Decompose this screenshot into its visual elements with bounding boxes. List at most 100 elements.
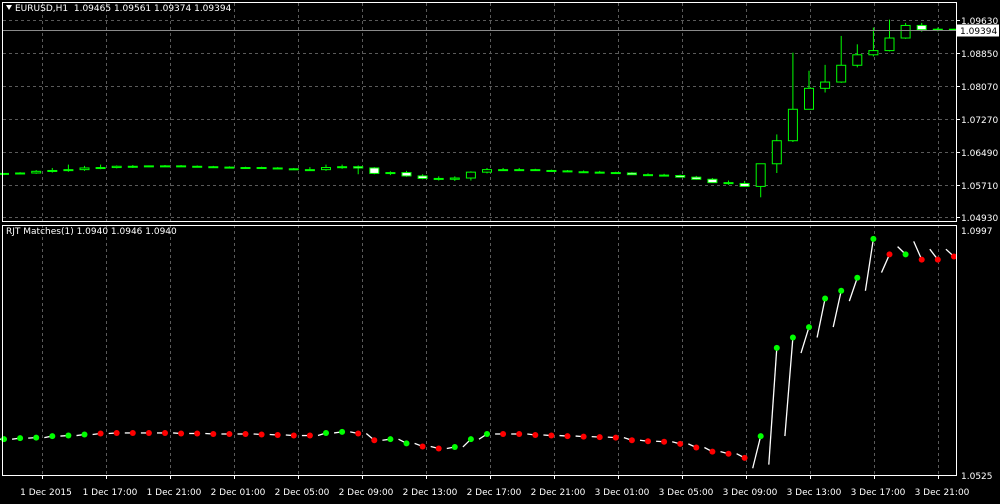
match-dot-down (628, 437, 635, 444)
main-chart-title: EURUSD,H1 1.09465 1.09561 1.09374 1.0939… (6, 4, 231, 14)
bear-candle (659, 174, 670, 177)
match-dot-down (371, 437, 378, 444)
match-segment (848, 277, 858, 302)
bull-candle (498, 169, 509, 172)
match-dot-down (113, 429, 120, 436)
match-dot-down (258, 431, 265, 438)
match-segment (752, 435, 762, 469)
price-label: 1.08850 (961, 50, 998, 60)
time-label: 3 Dec 21:00 (915, 488, 970, 498)
bear-candle (272, 167, 283, 170)
match-segment (832, 290, 842, 328)
time-label: 1 Dec 17:00 (83, 488, 138, 498)
match-segment (864, 238, 875, 291)
match-segment (800, 326, 810, 354)
bull-candle (337, 166, 348, 169)
bear-candle (176, 165, 187, 168)
bull-candle (111, 165, 122, 169)
match-dot-down (725, 450, 732, 457)
bear-candle (546, 169, 557, 172)
match-dot-down (532, 432, 539, 439)
match-dot-up (403, 440, 410, 447)
match-dot-up (387, 436, 394, 443)
match-dot-down (500, 430, 507, 437)
time-label: 1 Dec 21:00 (147, 488, 202, 498)
match-dot-up (806, 324, 812, 331)
bear-candle (578, 171, 589, 174)
match-dot-up (789, 334, 796, 341)
bear-candle (610, 172, 621, 175)
bull-candle (321, 167, 331, 171)
match-dot-down (129, 429, 136, 436)
match-dot-down (596, 434, 603, 441)
bull-candle (95, 167, 106, 170)
bull-candle (514, 169, 525, 172)
candlestick-series[interactable] (0, 19, 959, 198)
bull-candle (79, 167, 90, 171)
main-grid (3, 3, 956, 221)
price-label: 1.04930 (961, 214, 998, 224)
bear-candle (208, 166, 219, 169)
indicator-scale-low: 1.0525 (961, 472, 993, 482)
match-dot-up (451, 443, 458, 450)
match-dot-down (677, 440, 684, 447)
bull-candle (868, 50, 879, 56)
indicator-title: RJT Matches(1) 1.0940 1.0946 1.0940 (6, 227, 177, 237)
price-label: 1.05710 (961, 182, 998, 192)
indicator-scale: 1.0997 1.0525 (961, 227, 993, 482)
bear-candle (594, 171, 605, 174)
match-dot-down (306, 432, 313, 439)
bear-candle (739, 182, 750, 187)
price-label: 1.06490 (961, 149, 998, 159)
bull-candle (482, 169, 492, 173)
match-dot-down (178, 430, 185, 437)
price-label: 1.08070 (961, 83, 998, 93)
match-dot-up (65, 432, 72, 439)
bull-candle (884, 37, 895, 52)
match-dot-down (97, 430, 104, 437)
chart-window[interactable]: 1.09630 1.08850 1.08070 1.07270 1.06490 1.057… (0, 0, 1000, 500)
match-dot-down (290, 432, 297, 439)
time-label: 2 Dec 13:00 (403, 488, 458, 498)
match-dot-down (274, 432, 281, 439)
match-dot-down (918, 256, 925, 263)
match-dot-up (773, 344, 780, 351)
bear-candle (192, 165, 203, 168)
bull-candle (836, 64, 847, 83)
match-dot-up (854, 274, 861, 281)
match-dot-down (580, 433, 587, 440)
main-pane-border (2, 2, 957, 222)
indicator-series[interactable] (0, 235, 957, 469)
match-dot-down (210, 430, 217, 437)
bull-candle (240, 167, 251, 170)
match-dot-down (162, 429, 168, 436)
match-dot-down (709, 448, 716, 455)
match-dot-down (612, 434, 619, 441)
bull-candle (15, 172, 26, 175)
bear-candle (401, 172, 412, 177)
match-segment (784, 337, 794, 437)
bear-candle (691, 176, 702, 180)
ohlc-readout: 1.09465 1.09561 1.09374 1.09394 (73, 4, 232, 14)
time-label: 2 Dec 01:00 (211, 488, 266, 498)
chart-canvas[interactable]: 1.096301.088501.080701.072701.064901.057… (0, 0, 1000, 500)
bull-candle (160, 165, 170, 168)
match-dot-up (870, 235, 877, 242)
bear-candle (675, 175, 686, 178)
match-dot-down (435, 445, 442, 452)
match-dot-up (467, 436, 474, 443)
bull-candle (385, 172, 396, 175)
match-dot-down (934, 256, 941, 263)
bull-candle (143, 165, 154, 168)
pane-frames (2, 2, 957, 476)
match-dot-up (33, 434, 40, 441)
current-price-label: 1.09394 (960, 27, 997, 37)
menu-triangle-icon[interactable] (6, 5, 12, 10)
indicator-pane-border (2, 225, 957, 476)
bear-candle (288, 168, 299, 171)
bear-candle (224, 166, 235, 169)
bear-candle (643, 174, 653, 177)
match-dot-down (194, 430, 201, 437)
match-dot-down (516, 430, 523, 437)
match-dot-down (741, 454, 748, 461)
